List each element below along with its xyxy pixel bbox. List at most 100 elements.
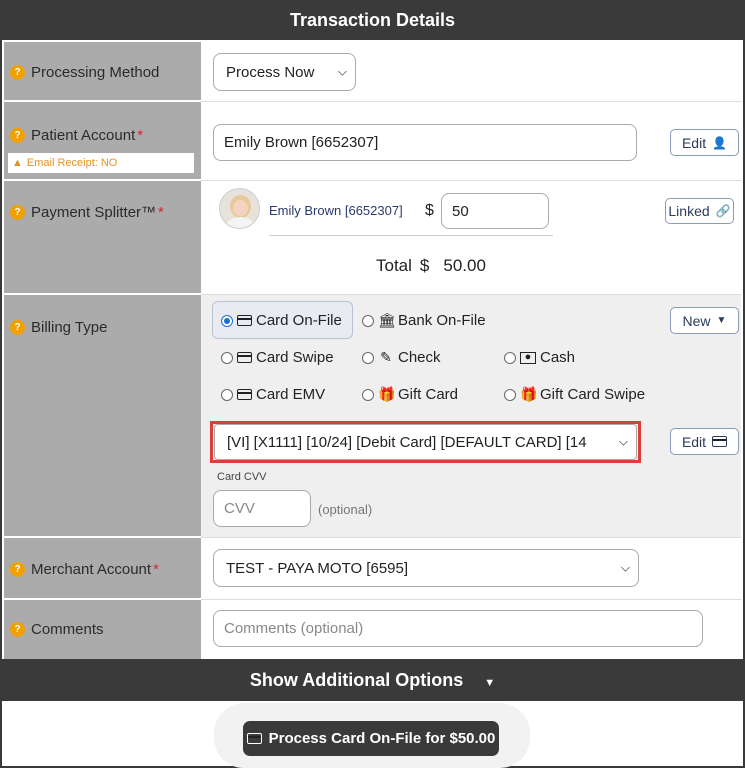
option-label: Gift Card Swipe xyxy=(540,386,646,403)
option-label: Check xyxy=(398,349,441,366)
merchant-account-label-cell: ? Merchant Account * xyxy=(4,538,201,600)
processing-method-label: Processing Method xyxy=(31,63,160,81)
user-icon: 👤 xyxy=(712,135,728,150)
saved-card-value: [VI] [X1111] [10/24] [Debit Card] [DEFAU… xyxy=(227,433,587,451)
patient-account-field[interactable]: Emily Brown [6652307] xyxy=(213,124,637,161)
billing-type-label-cell: ? Billing Type xyxy=(4,295,201,538)
chevron-down-icon: ⌵ xyxy=(620,560,630,575)
cvv-placeholder: CVV xyxy=(224,500,255,517)
help-icon[interactable]: ? xyxy=(10,561,25,577)
comments-placeholder: Comments (optional) xyxy=(224,620,364,637)
processing-method-label-cell: ? Processing Method xyxy=(4,42,201,102)
help-icon[interactable]: ? xyxy=(10,622,25,637)
patient-account-value: Emily Brown [6652307] xyxy=(224,134,379,151)
splitter-amount-value: 50 xyxy=(452,202,469,220)
radio-unselected[interactable] xyxy=(221,351,233,364)
new-billing-button[interactable]: New ▼ xyxy=(670,307,739,334)
billing-type-cell: Card On-File 🏛 Bank On-File Card Swipe ✎… xyxy=(201,295,741,538)
radio-unselected[interactable] xyxy=(362,314,374,327)
cvv-label: Card CVV xyxy=(217,471,267,483)
required-marker: * xyxy=(158,203,164,221)
processing-method-cell: Process Now ⌵ xyxy=(201,42,741,102)
saved-card-select[interactable]: [VI] [X1111] [10/24] [Debit Card] [DEFAU… xyxy=(214,424,637,460)
credit-card-icon xyxy=(712,436,728,447)
required-marker: * xyxy=(137,126,144,144)
merchant-account-select[interactable]: TEST - PAYA MOTO [6595] ⌵ xyxy=(213,549,639,587)
edit-card-button[interactable]: Edit xyxy=(670,428,739,455)
merchant-account-label: Merchant Account xyxy=(31,560,152,578)
edit-card-label: Edit xyxy=(681,433,707,450)
email-receipt-text: Email Receipt: NO xyxy=(26,157,118,169)
billing-option-gift-card-swipe[interactable]: 🎁 Gift Card Swipe xyxy=(504,386,645,403)
option-label: Cash xyxy=(540,349,576,366)
payment-splitter-label: Payment Splitter™ xyxy=(31,203,157,221)
patient-account-label-cell: ? Patient Account * ▲ Email Receipt: NO xyxy=(4,102,201,181)
total-value: 50.00 xyxy=(443,256,486,275)
splitter-divider xyxy=(269,235,553,236)
caret-down-icon: ▼ xyxy=(716,315,727,326)
gift-icon: 🎁 xyxy=(378,386,396,402)
option-label: Card EMV xyxy=(256,386,326,403)
billing-type-label: Billing Type xyxy=(31,318,108,336)
linked-button[interactable]: Linked 🔗 xyxy=(665,198,734,224)
chevron-down-icon: ⌵ xyxy=(337,64,347,79)
radio-unselected[interactable] xyxy=(362,351,374,364)
additional-options-label: Show Additional Options xyxy=(249,670,464,690)
total-currency: $ xyxy=(419,256,430,275)
processing-method-value: Process Now xyxy=(226,63,315,81)
edit-patient-label: Edit xyxy=(681,134,707,151)
total-label: Total xyxy=(376,256,412,275)
payment-splitter-label-cell: ? Payment Splitter™ * xyxy=(4,181,201,295)
patient-account-label: Patient Account xyxy=(31,126,136,144)
billing-option-gift-card[interactable]: 🎁 Gift Card xyxy=(362,386,458,403)
cvv-optional-note: (optional) xyxy=(318,502,373,517)
payment-splitter-cell: Emily Brown [6652307] $ 50 Linked 🔗 Tota… xyxy=(201,181,741,295)
credit-card-icon xyxy=(246,733,262,744)
new-label: New xyxy=(682,312,711,329)
panel-title: Transaction Details xyxy=(0,0,745,40)
caret-down-icon: ▼ xyxy=(484,677,496,689)
radio-unselected[interactable] xyxy=(504,351,516,364)
help-icon[interactable]: ? xyxy=(10,204,25,220)
merchant-account-cell: TEST - PAYA MOTO [6595] ⌵ xyxy=(201,538,741,600)
cvv-input[interactable]: CVV xyxy=(213,490,311,527)
billing-option-bank-on-file[interactable]: 🏛 Bank On-File xyxy=(362,312,486,329)
merchant-account-value: TEST - PAYA MOTO [6595] xyxy=(226,559,409,577)
link-icon: 🔗 xyxy=(715,204,731,218)
show-additional-options-toggle[interactable]: Show Additional Options ▼ xyxy=(2,659,743,701)
patient-account-cell: Emily Brown [6652307] Edit 👤 xyxy=(201,102,741,181)
option-label: Card Swipe xyxy=(256,349,334,366)
help-icon[interactable]: ? xyxy=(10,319,25,335)
billing-option-card-on-file[interactable]: Card On-File xyxy=(221,312,342,329)
splitter-currency: $ xyxy=(425,202,434,219)
linked-label: Linked xyxy=(668,203,710,219)
comments-input[interactable]: Comments (optional) xyxy=(213,610,703,647)
bank-icon: 🏛 xyxy=(378,312,396,328)
required-marker: * xyxy=(153,560,159,578)
chevron-down-icon: ⌵ xyxy=(616,434,628,450)
process-button-label: Process Card On-File for $50.00 xyxy=(268,730,496,747)
billing-option-check[interactable]: ✎ Check xyxy=(362,349,441,366)
credit-card-icon xyxy=(237,352,252,363)
help-icon[interactable]: ? xyxy=(10,64,25,80)
option-label: Card On-File xyxy=(256,312,342,329)
radio-unselected[interactable] xyxy=(504,388,516,401)
help-icon[interactable]: ? xyxy=(10,127,25,143)
comments-label: Comments xyxy=(31,621,104,638)
cash-icon: ● xyxy=(520,351,536,364)
splitter-amount-input[interactable]: 50 xyxy=(441,193,549,229)
process-payment-button[interactable]: Process Card On-File for $50.00 xyxy=(243,721,499,756)
edit-patient-button[interactable]: Edit 👤 xyxy=(670,129,739,156)
radio-selected[interactable] xyxy=(221,314,233,327)
radio-unselected[interactable] xyxy=(362,388,374,401)
warning-icon: ▲ xyxy=(12,157,23,169)
total-row: Total $ 50.00 xyxy=(376,256,486,276)
gift-icon: 🎁 xyxy=(520,386,538,402)
processing-method-select[interactable]: Process Now ⌵ xyxy=(213,53,356,91)
splitter-patient-name: Emily Brown [6652307] xyxy=(269,203,403,218)
credit-card-icon xyxy=(237,389,252,400)
billing-option-card-emv[interactable]: Card EMV xyxy=(221,386,325,403)
billing-option-cash[interactable]: ● Cash xyxy=(504,349,575,366)
radio-unselected[interactable] xyxy=(221,388,233,401)
billing-option-card-swipe[interactable]: Card Swipe xyxy=(221,349,334,366)
